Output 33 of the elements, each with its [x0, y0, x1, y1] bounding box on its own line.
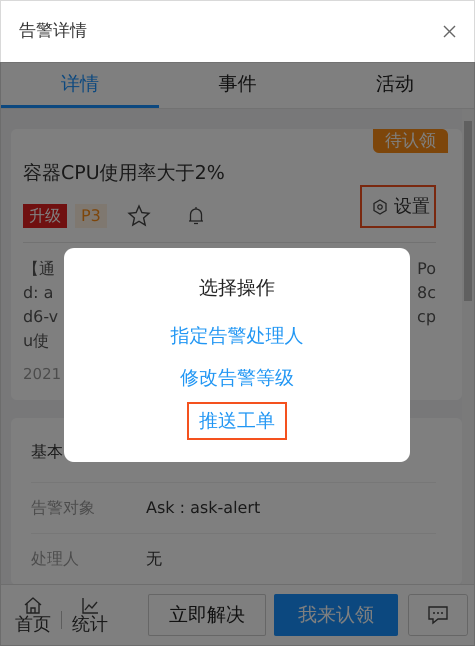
home-icon: [23, 596, 43, 614]
alert-tag: P3: [75, 204, 107, 228]
stats-icon: [80, 596, 100, 614]
description-text: d: a: [23, 282, 54, 304]
bell-icon[interactable]: [186, 206, 205, 226]
dialog-option[interactable]: 修改告警等级: [168, 359, 306, 398]
status-tag: 待认领: [373, 129, 448, 153]
star-icon[interactable]: [126, 204, 151, 228]
tab[interactable]: 活动: [316, 63, 474, 108]
description-text: 【通: [23, 258, 55, 280]
dialog-title: 选择操作: [199, 276, 275, 301]
description-text: Po: [417, 258, 436, 280]
tab[interactable]: 事件: [158, 63, 316, 108]
resolve-button[interactable]: 立即解决: [148, 594, 266, 636]
chat-button[interactable]: [408, 594, 468, 636]
field-value: Ask : ask-alert: [146, 496, 260, 518]
description-text: 8c: [417, 282, 436, 304]
field-value: 无: [146, 548, 162, 570]
hexagon-icon: [372, 198, 388, 214]
nav-item[interactable]: 首页: [13, 596, 53, 634]
window-title: 告警详情: [19, 20, 87, 43]
description-text: d6-v: [23, 306, 58, 328]
claim-button[interactable]: 我来认领: [274, 594, 398, 636]
settings-button[interactable]: 设置: [360, 185, 436, 228]
dialog-option[interactable]: 推送工单: [187, 402, 287, 440]
description-text: cp: [417, 306, 436, 328]
dialog-option[interactable]: 指定告警处理人: [158, 316, 316, 355]
nav-item[interactable]: 统计: [70, 596, 110, 634]
description-text: u使: [23, 330, 50, 352]
close-icon[interactable]: [443, 25, 456, 38]
alert-title: 容器CPU使用率大于2%: [23, 161, 225, 186]
chat-icon: [427, 605, 449, 625]
alert-tag: 升级: [23, 204, 67, 228]
